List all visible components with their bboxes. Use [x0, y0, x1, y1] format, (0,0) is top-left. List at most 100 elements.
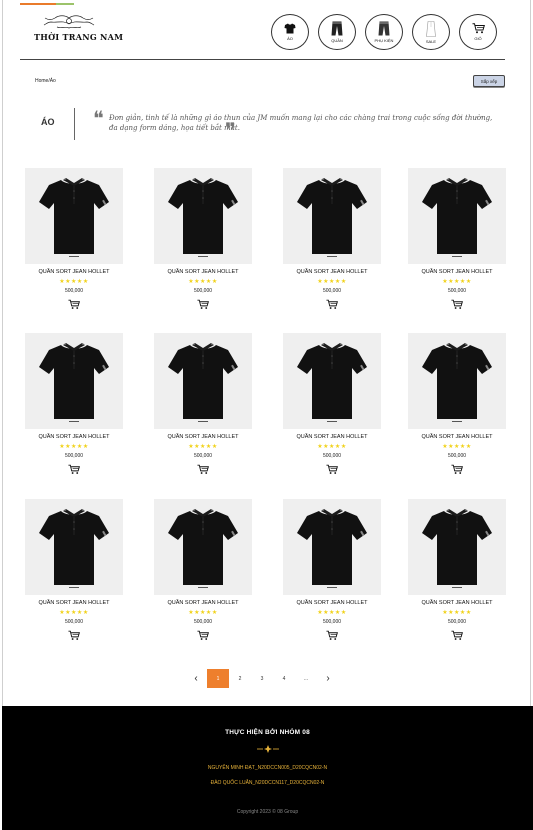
- product-image[interactable]: [283, 168, 381, 264]
- product-image[interactable]: [283, 499, 381, 595]
- product-card[interactable]: QUẦN SORT JEAN HOLLET ★★★★★ 500,000: [282, 499, 382, 641]
- product-shirt-image: [25, 168, 123, 264]
- product-image[interactable]: [25, 499, 123, 595]
- breadcrumb[interactable]: Home/Áo: [35, 78, 56, 84]
- pagination-page-2[interactable]: 2: [229, 669, 251, 688]
- add-to-cart-icon[interactable]: [68, 630, 80, 641]
- product-image[interactable]: [283, 333, 381, 429]
- category-cart-button[interactable]: GIỎ: [459, 14, 497, 50]
- product-card[interactable]: QUẦN SORT JEAN HOLLET ★★★★★ 500,000: [153, 499, 253, 641]
- product-card[interactable]: QUẦN SORT JEAN HOLLET ★★★★★ 500,000: [282, 333, 382, 475]
- accessory-pants-icon: [378, 21, 390, 36]
- add-to-cart-icon[interactable]: [451, 630, 463, 641]
- product-image[interactable]: [408, 333, 506, 429]
- frame-left-border: [2, 0, 3, 706]
- product-price: 500,000: [447, 453, 467, 459]
- site-logo[interactable]: THỜI TRANG NAM: [34, 14, 124, 50]
- product-name[interactable]: QUẦN SORT JEAN HOLLET: [153, 269, 253, 275]
- rating-stars-icon: ★★★★★: [188, 610, 218, 616]
- add-to-cart-icon[interactable]: [197, 299, 209, 310]
- product-image[interactable]: [154, 333, 252, 429]
- product-card[interactable]: QUẦN SORT JEAN HOLLET ★★★★★ 500,000: [407, 168, 507, 310]
- sort-button[interactable]: Sắp xếp: [473, 75, 505, 87]
- product-price: 500,000: [322, 288, 342, 294]
- product-card[interactable]: QUẦN SORT JEAN HOLLET ★★★★★ 500,000: [153, 168, 253, 310]
- add-to-cart-icon[interactable]: [68, 299, 80, 310]
- category-pants-button[interactable]: QUẦN: [318, 14, 356, 50]
- product-name[interactable]: QUẦN SORT JEAN HOLLET: [407, 600, 507, 606]
- pagination-page-1[interactable]: 1: [207, 669, 229, 688]
- product-image[interactable]: [25, 333, 123, 429]
- product-shirt-image: [25, 499, 123, 595]
- product-card[interactable]: QUẦN SORT JEAN HOLLET ★★★★★ 500,000: [24, 499, 124, 641]
- product-image[interactable]: [408, 168, 506, 264]
- top-accent-bar: [20, 3, 56, 5]
- add-to-cart-icon[interactable]: [197, 630, 209, 641]
- product-card[interactable]: QUẦN SORT JEAN HOLLET ★★★★★ 500,000: [282, 168, 382, 310]
- rating-stars-icon: ★★★★★: [442, 279, 472, 285]
- site-footer: THỰC HIỆN BỞI NHÓM 08 NGUYỄN MINH ĐẠT_N2…: [2, 706, 533, 830]
- add-to-cart-icon[interactable]: [326, 464, 338, 475]
- product-name[interactable]: QUẦN SORT JEAN HOLLET: [282, 434, 382, 440]
- add-to-cart-icon[interactable]: [451, 464, 463, 475]
- product-image[interactable]: [154, 499, 252, 595]
- logo-text: THỜI TRANG NAM: [34, 32, 124, 42]
- product-image[interactable]: [408, 499, 506, 595]
- product-price: 500,000: [64, 619, 84, 625]
- product-name[interactable]: QUẦN SORT JEAN HOLLET: [153, 600, 253, 606]
- product-shirt-image: [408, 168, 506, 264]
- rating-stars-icon: ★★★★★: [59, 444, 89, 450]
- add-to-cart-icon[interactable]: [197, 464, 209, 475]
- intro-description: Đơn giản, tinh tế là những gì áo thun củ…: [109, 114, 493, 132]
- product-name[interactable]: QUẦN SORT JEAN HOLLET: [24, 269, 124, 275]
- category-label: SALE: [425, 38, 437, 44]
- product-name[interactable]: QUẦN SORT JEAN HOLLET: [24, 600, 124, 606]
- product-price: 500,000: [193, 453, 213, 459]
- product-shirt-image: [283, 168, 381, 264]
- logo-ornament-icon: [43, 15, 95, 29]
- frame-right-border: [530, 0, 531, 706]
- product-name[interactable]: QUẦN SORT JEAN HOLLET: [282, 600, 382, 606]
- category-label: PHỤ KIỆN: [374, 38, 394, 43]
- product-card[interactable]: QUẦN SORT JEAN HOLLET ★★★★★ 500,000: [24, 168, 124, 310]
- product-price: 500,000: [322, 453, 342, 459]
- add-to-cart-icon[interactable]: [326, 299, 338, 310]
- quote-close-icon: ❞: [225, 118, 236, 142]
- rating-stars-icon: ★★★★★: [188, 279, 218, 285]
- pagination-next-button[interactable]: ›: [317, 669, 339, 688]
- product-name[interactable]: QUẦN SORT JEAN HOLLET: [153, 434, 253, 440]
- add-to-cart-icon[interactable]: [68, 464, 80, 475]
- product-shirt-image: [408, 499, 506, 595]
- product-image[interactable]: [25, 168, 123, 264]
- product-price: 500,000: [193, 619, 213, 625]
- product-price: 500,000: [193, 288, 213, 294]
- category-shirt-button[interactable]: ÁO: [271, 14, 309, 50]
- product-card[interactable]: QUẦN SORT JEAN HOLLET ★★★★★ 500,000: [153, 333, 253, 475]
- intro-divider: [74, 108, 75, 140]
- footer-copyright: Copyright 2023 © 08 Group: [236, 809, 299, 815]
- pagination-ellipsis: ...: [303, 675, 309, 682]
- product-card[interactable]: QUẦN SORT JEAN HOLLET ★★★★★ 500,000: [407, 499, 507, 641]
- top-accent-bar-green: [56, 3, 74, 5]
- category-sale-button[interactable]: SALE: [412, 14, 450, 50]
- product-card[interactable]: QUẦN SORT JEAN HOLLET ★★★★★ 500,000: [24, 333, 124, 475]
- product-price: 500,000: [447, 619, 467, 625]
- product-card[interactable]: QUẦN SORT JEAN HOLLET ★★★★★ 500,000: [407, 333, 507, 475]
- product-name[interactable]: QUẦN SORT JEAN HOLLET: [282, 269, 382, 275]
- product-shirt-image: [283, 499, 381, 595]
- pagination-prev-button[interactable]: ‹: [185, 669, 207, 688]
- page-title: ÁO: [41, 117, 55, 127]
- product-name[interactable]: QUẦN SORT JEAN HOLLET: [407, 434, 507, 440]
- add-to-cart-icon[interactable]: [451, 299, 463, 310]
- product-name[interactable]: QUẦN SORT JEAN HOLLET: [24, 434, 124, 440]
- category-accessory-button[interactable]: PHỤ KIỆN: [365, 14, 403, 50]
- product-name[interactable]: QUẦN SORT JEAN HOLLET: [407, 269, 507, 275]
- pagination-page-3[interactable]: 3: [251, 669, 273, 688]
- add-to-cart-icon[interactable]: [326, 630, 338, 641]
- shirt-icon: [284, 23, 296, 34]
- product-shirt-image: [154, 499, 252, 595]
- product-image[interactable]: [154, 168, 252, 264]
- category-label: GIỎ: [474, 36, 482, 41]
- footer-title: THỰC HIỆN BỞI NHÓM 08: [225, 729, 310, 736]
- pagination-page-4[interactable]: 4: [273, 669, 295, 688]
